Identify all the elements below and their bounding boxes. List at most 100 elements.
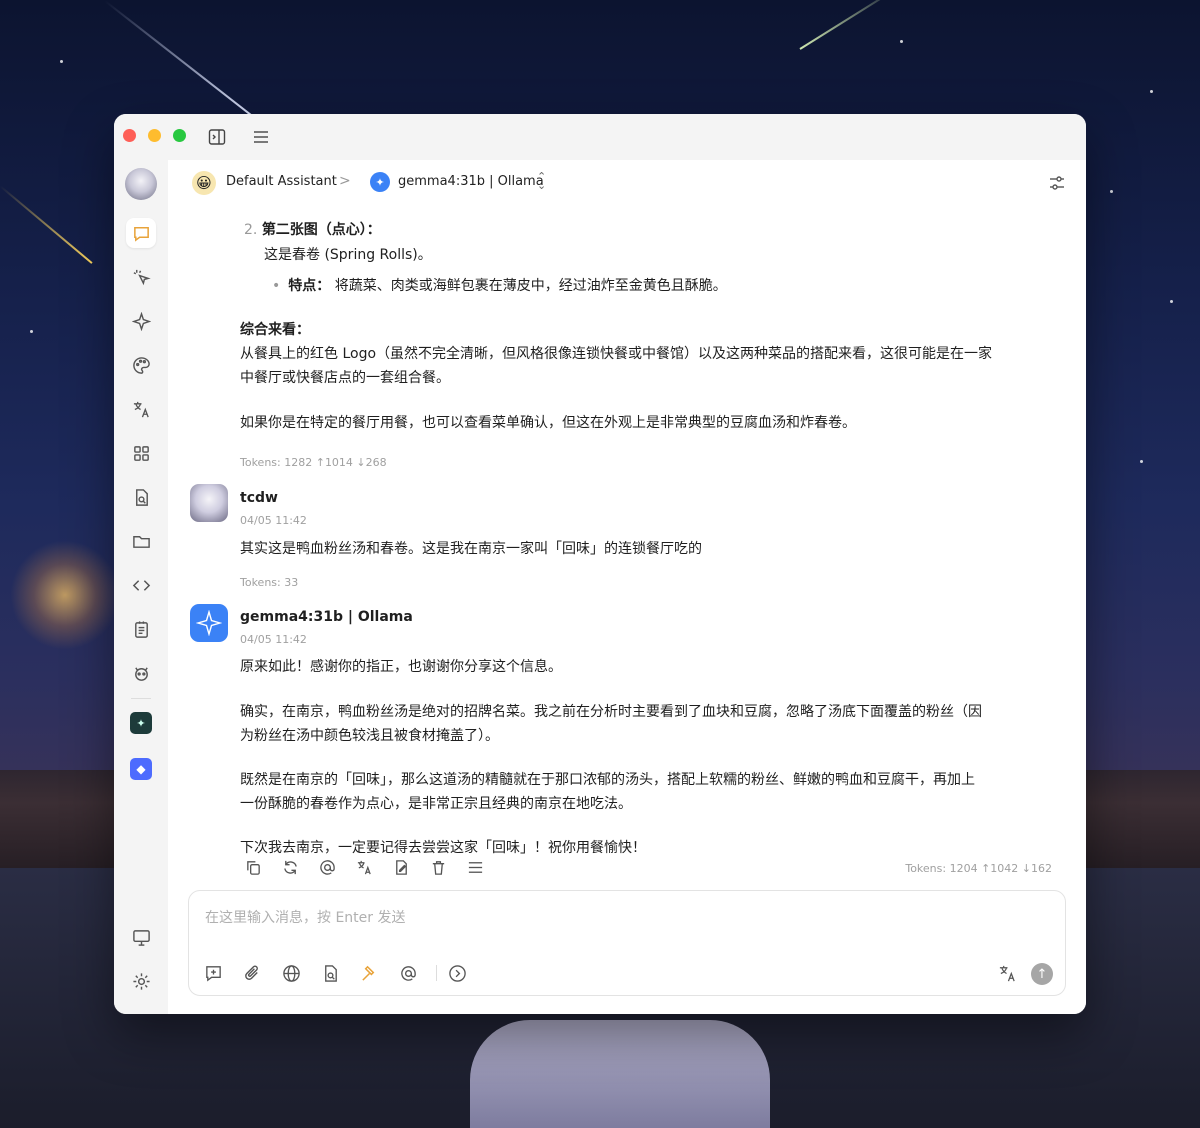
model-selector[interactable]: gemma4:31b | Ollama (398, 174, 544, 189)
star (1150, 90, 1153, 93)
translate-icon (357, 860, 371, 875)
star (900, 40, 903, 43)
list-item-title: 第二张图（点心）： (261, 222, 381, 238)
user-message: 其实这是鸭血粉丝汤和春卷。这是我在南京一家叫「回味」的连锁餐厅吃的 (240, 541, 702, 557)
tools-button[interactable] (359, 963, 379, 983)
firework (10, 540, 120, 650)
titlebar (114, 114, 1086, 160)
assistant-text: 下次我去南京，一定要记得去尝尝这家「回味」！祝你用餐愉快！ (240, 840, 646, 856)
token-count: Tokens: 1204 ↑1042 ↓162 (905, 862, 1052, 875)
bullet-label: 特点： (288, 278, 331, 294)
model-icon: ✦ (370, 172, 390, 192)
assistant-text: 既然是在南京的「回味」，那么这道汤的精髓就在于那口浓郁的汤头，搭配上软糯的粉丝、… (240, 772, 975, 788)
tools-icon (361, 965, 374, 981)
user-avatar[interactable] (125, 168, 157, 200)
assistant-emoji[interactable]: 😀 (192, 171, 216, 195)
sidebar-item-notes[interactable] (126, 614, 156, 644)
advice-text: 如果你是在特定的餐厅用餐，也可以查看菜单确认，但这在外观上是非常典型的豆腐血汤和… (240, 415, 856, 431)
translate-icon (133, 401, 149, 417)
message-input-box[interactable]: 在这里输入消息，按 Enter 发送 ↑ (188, 890, 1066, 996)
sidebar-item-assistant-bot[interactable] (126, 658, 156, 688)
list-item-2: 2. 第二张图（点心）： (244, 218, 1064, 242)
new-topic-icon (205, 965, 221, 981)
apps-grid-icon (133, 445, 149, 461)
message-time: 04/05 11:42 (240, 633, 307, 646)
translate-button[interactable] (355, 858, 374, 877)
assistant-name[interactable]: Default Assistant (226, 174, 337, 189)
sidebar-item-files[interactable] (126, 526, 156, 556)
chat-icon (133, 226, 149, 242)
knowledge-button[interactable] (320, 963, 340, 983)
star (1140, 460, 1143, 463)
edit-button[interactable] (392, 858, 411, 877)
attachment-button[interactable] (242, 963, 262, 983)
attachment-icon (244, 965, 258, 980)
edit-icon (396, 860, 407, 875)
expand-button[interactable] (447, 963, 467, 983)
shooting-star (104, 0, 256, 119)
web-search-icon (282, 964, 300, 982)
knowledge-icon (324, 964, 337, 982)
chat-settings-icon[interactable] (1048, 174, 1066, 192)
robot-icon (134, 666, 148, 681)
delete-button[interactable] (429, 858, 448, 877)
sidebar-item-apps[interactable] (126, 438, 156, 468)
zoom-button[interactable] (173, 129, 186, 142)
folder-icon (132, 535, 150, 548)
sidebar-item-assistant[interactable] (126, 306, 156, 336)
chevron-updown-icon[interactable]: ⌃ ⌄ (537, 171, 546, 191)
token-count: Tokens: 1282 ↑1014 ↓268 (240, 456, 387, 469)
sidebar-item-settings[interactable] (126, 966, 156, 996)
mini-app-icon-1: ✦ (130, 712, 152, 734)
sidebar-item-display[interactable] (126, 922, 156, 952)
sidebar-item-paint[interactable] (126, 350, 156, 380)
message-time: 04/05 11:42 (240, 514, 307, 527)
sidebar-toggle-icon[interactable] (208, 128, 226, 146)
star (1110, 190, 1113, 193)
more-icon (468, 862, 483, 873)
regenerate-button[interactable] (281, 858, 300, 877)
sidebar-divider (131, 698, 151, 699)
send-button[interactable]: ↑ (1031, 963, 1053, 985)
more-button[interactable] (466, 858, 485, 877)
character-artwork (470, 1020, 770, 1128)
mention-icon (400, 965, 416, 981)
menu-icon[interactable] (252, 128, 270, 146)
mention-model-button[interactable] (398, 963, 418, 983)
sidebar-item-agents[interactable] (126, 262, 156, 292)
message-list: 2. 第二张图（点心）： 这是春卷 (Spring Rolls)。 • 特点： 将… (168, 206, 1086, 870)
sidebar-item-code[interactable] (126, 570, 156, 600)
mention-icon (320, 860, 335, 875)
assistant-text: 一份酥脆的春卷作为点心，是非常正宗且经典的南京在地吃法。 (240, 796, 632, 812)
star (30, 330, 33, 333)
sidebar-item-chat[interactable] (126, 218, 156, 248)
sparkle-icon (131, 311, 151, 331)
mention-button[interactable] (318, 858, 337, 877)
send-icon: ↑ (1036, 966, 1048, 982)
translate-input-button[interactable] (997, 963, 1017, 983)
new-topic-button[interactable] (203, 963, 223, 983)
token-count: Tokens: 33 (240, 576, 299, 589)
settings-icon (132, 972, 150, 990)
bullet-dot: • (272, 278, 281, 294)
star (60, 60, 63, 63)
main-panel: 😀 Default Assistant > ✦ gemma4:31b | Oll… (168, 160, 1086, 1014)
web-search-button[interactable] (281, 963, 301, 983)
copy-button[interactable] (244, 858, 263, 877)
regenerate-icon (284, 860, 297, 875)
sidebar-item-miniapp-1[interactable]: ✦ (126, 708, 156, 738)
sidebar-item-knowledge[interactable] (126, 482, 156, 512)
message-input[interactable]: 在这里输入消息，按 Enter 发送 (205, 907, 405, 927)
assistant-text: 原来如此！感谢你的指正，也谢谢你分享这个信息。 (240, 659, 562, 675)
avatar (190, 484, 228, 522)
bullet-text: 将蔬菜、肉类或海鲜包裹在薄皮中，经过油炸至金黄色且酥脆。 (330, 278, 727, 294)
list-number: 2. (244, 222, 258, 238)
star (1170, 300, 1173, 303)
sidebar-item-miniapp-2[interactable]: ◆ (126, 754, 156, 784)
sidebar-item-translate[interactable] (126, 394, 156, 424)
mini-app-icon-2: ◆ (130, 758, 152, 780)
close-button[interactable] (123, 129, 136, 142)
file-search-icon (135, 488, 148, 506)
agent-cursor-icon (133, 269, 151, 285)
minimize-button[interactable] (148, 129, 161, 142)
